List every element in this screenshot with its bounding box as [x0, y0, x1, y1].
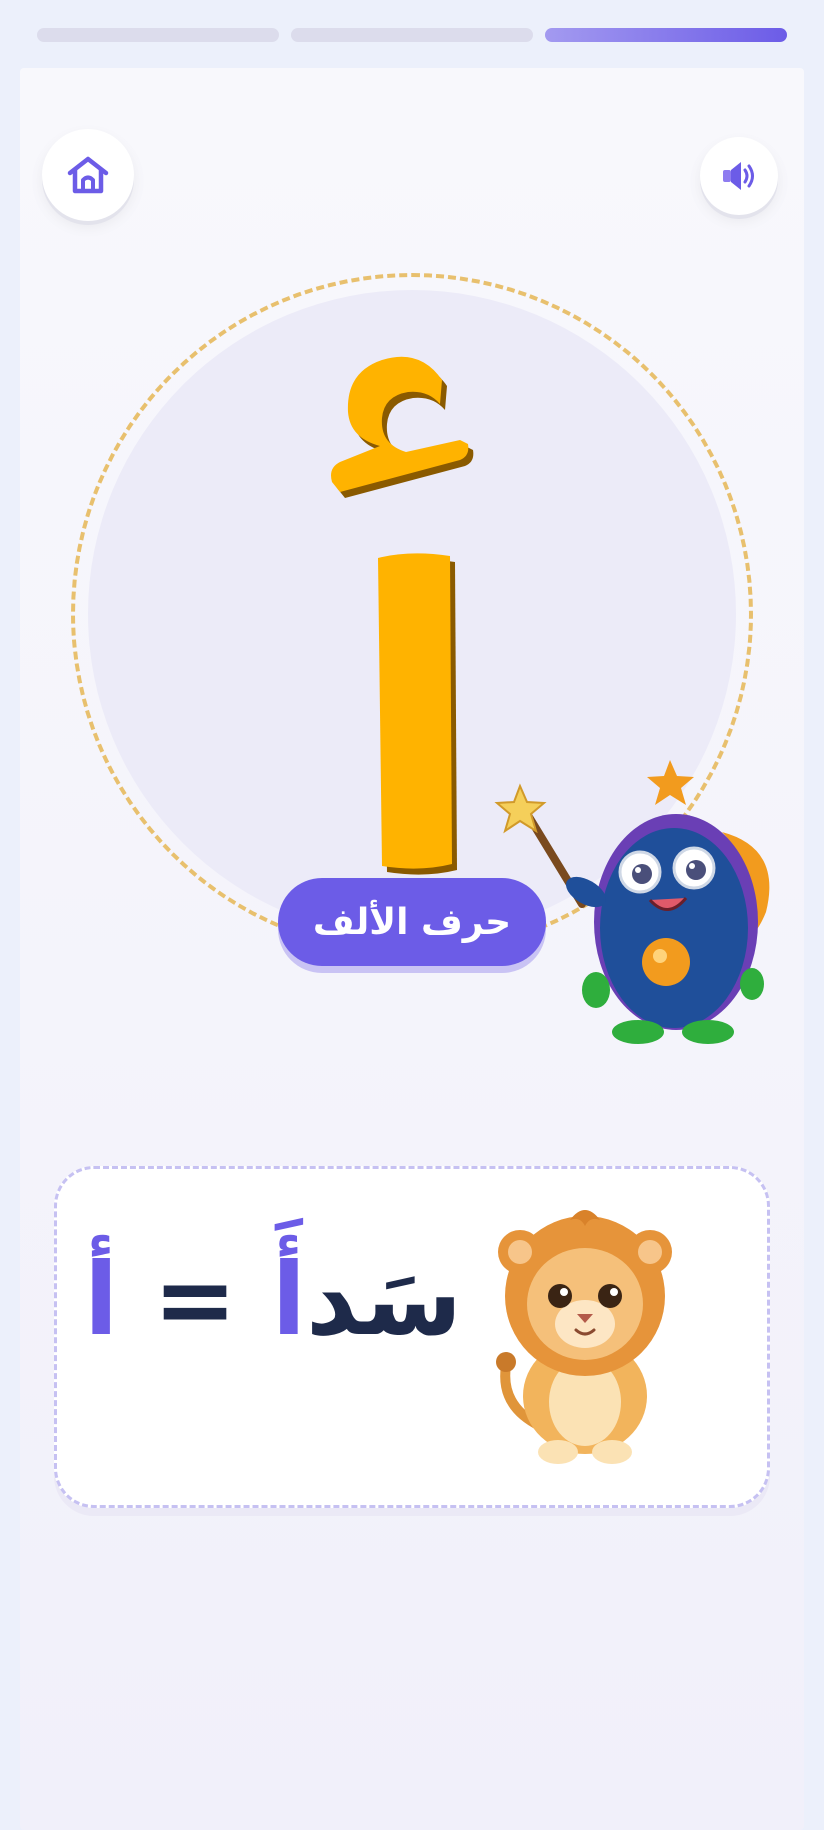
example-word-first-letter: أَ — [271, 1241, 307, 1358]
alif-glyph — [378, 553, 457, 875]
equals-sign: = — [153, 1241, 237, 1358]
example-word-rest: سَد — [306, 1241, 463, 1358]
progress-step-3 — [545, 28, 787, 42]
example-letter: أ — [84, 1241, 119, 1358]
progress-step-2 — [291, 28, 533, 42]
example-equation: سَدأَ = أ — [84, 1220, 462, 1380]
wizard-mascot-icon — [494, 760, 770, 1044]
lion-cub-icon — [496, 1210, 672, 1464]
speaker-icon — [723, 162, 754, 190]
letter-alif-hamza[interactable] — [320, 340, 500, 880]
home-button[interactable] — [42, 129, 134, 221]
progress-bar — [37, 28, 787, 44]
home-icon — [67, 156, 109, 194]
sound-button[interactable] — [700, 137, 778, 215]
progress-step-1 — [37, 28, 279, 42]
hamza-glyph — [331, 356, 474, 498]
